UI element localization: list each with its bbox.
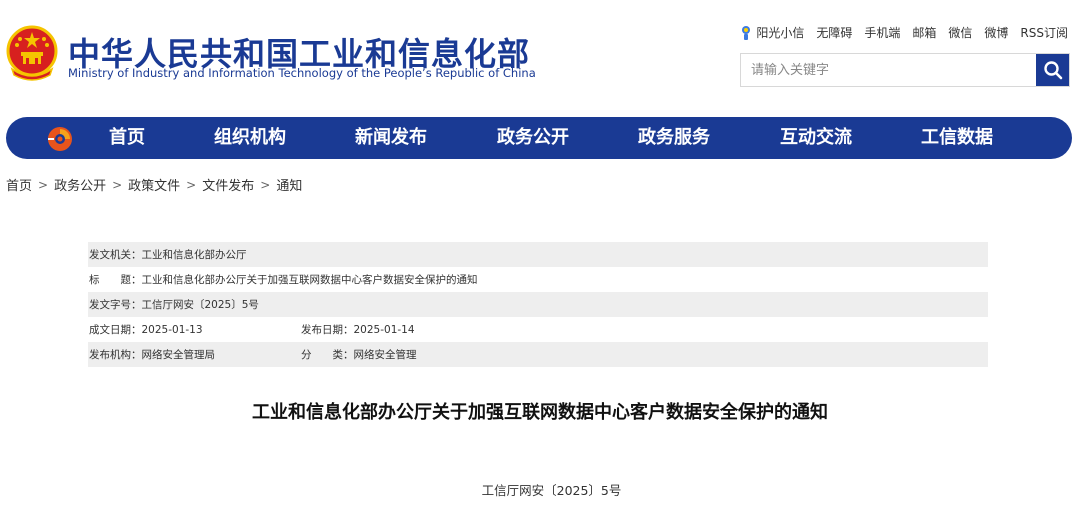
- meta-row-publisher: 发布机构：网络安全管理局 分 类：网络安全管理: [88, 342, 988, 367]
- breadcrumb-separator: >: [112, 177, 123, 192]
- breadcrumb-notice[interactable]: 通知: [276, 175, 302, 194]
- meta-publish-date: 发布日期：2025-01-14: [301, 324, 415, 336]
- breadcrumb-separator: >: [260, 177, 271, 192]
- search-icon: [1043, 61, 1062, 80]
- sunshine-mascot-icon: [742, 25, 751, 40]
- top-link-label: 阳光小信: [756, 26, 805, 40]
- meta-row-issuer: 发文机关：工业和信息化部办公厅: [88, 242, 988, 267]
- top-link-mail[interactable]: 邮箱: [912, 24, 936, 41]
- search-input[interactable]: [741, 54, 1036, 86]
- breadcrumb-government-affairs[interactable]: 政务公开: [54, 175, 106, 194]
- site-header: 中华人民共和国工业和信息化部 Ministry of Industry and …: [0, 0, 1080, 110]
- document-title: 工业和信息化部办公厅关于加强互联网数据中心客户数据安全保护的通知: [252, 402, 828, 423]
- document-number: 工信厅网安〔2025〕5号: [481, 483, 622, 498]
- miit-logo-icon: [48, 127, 72, 151]
- breadcrumb-policy-documents[interactable]: 政策文件: [128, 175, 180, 194]
- national-emblem-icon: [6, 25, 58, 81]
- meta-category: 分 类：网络安全管理: [301, 349, 417, 361]
- nav-item-government-affairs[interactable]: 政务公开: [497, 117, 569, 159]
- nav-item-services[interactable]: 政务服务: [638, 117, 710, 159]
- meta-doc-number: 发文字号：工信厅网安〔2025〕5号: [89, 299, 259, 311]
- nav-item-home[interactable]: 首页: [109, 117, 145, 159]
- top-links: 阳光小信 无障碍 手机端 邮箱 微信 微博 RSS订阅: [727, 24, 1068, 41]
- meta-title: 标 题：工业和信息化部办公厅关于加强互联网数据中心客户数据安全保护的通知: [89, 274, 478, 286]
- nav-item-organization[interactable]: 组织机构: [214, 117, 286, 159]
- top-link-mobile[interactable]: 手机端: [864, 24, 900, 41]
- top-link-accessibility[interactable]: 无障碍: [816, 24, 852, 41]
- nav-item-interaction[interactable]: 互动交流: [780, 117, 852, 159]
- meta-row-doc-number: 发文字号：工信厅网安〔2025〕5号: [88, 292, 988, 317]
- nav-item-data[interactable]: 工信数据: [921, 117, 993, 159]
- top-link-wechat[interactable]: 微信: [948, 24, 972, 41]
- breadcrumb-document-release[interactable]: 文件发布: [202, 175, 254, 194]
- meta-publisher: 发布机构：网络安全管理局: [89, 349, 215, 361]
- site-subtitle: Ministry of Industry and Information Tec…: [68, 66, 536, 80]
- breadcrumb: 首页 > 政务公开 > 政策文件 > 文件发布 > 通知: [6, 175, 302, 195]
- meta-issuer: 发文机关：工业和信息化部办公厅: [89, 249, 247, 261]
- top-link-sunshine[interactable]: 阳光小信: [739, 24, 804, 41]
- search-button[interactable]: [1036, 54, 1069, 86]
- top-link-rss[interactable]: RSS订阅: [1020, 24, 1068, 41]
- breadcrumb-home[interactable]: 首页: [6, 175, 32, 194]
- search-box: [740, 53, 1070, 87]
- main-nav: 首页 组织机构 新闻发布 政务公开 政务服务 互动交流 工信数据: [6, 117, 1072, 159]
- breadcrumb-separator: >: [38, 177, 49, 192]
- nav-item-news[interactable]: 新闻发布: [355, 117, 427, 159]
- meta-created-date: 成文日期：2025-01-13: [89, 324, 203, 336]
- document-meta-table: 发文机关：工业和信息化部办公厅 标 题：工业和信息化部办公厅关于加强互联网数据中…: [88, 242, 988, 367]
- meta-row-title: 标 题：工业和信息化部办公厅关于加强互联网数据中心客户数据安全保护的通知: [88, 267, 988, 292]
- meta-row-dates: 成文日期：2025-01-13 发布日期：2025-01-14: [88, 317, 988, 342]
- breadcrumb-separator: >: [186, 177, 197, 192]
- top-link-weibo[interactable]: 微博: [984, 24, 1008, 41]
